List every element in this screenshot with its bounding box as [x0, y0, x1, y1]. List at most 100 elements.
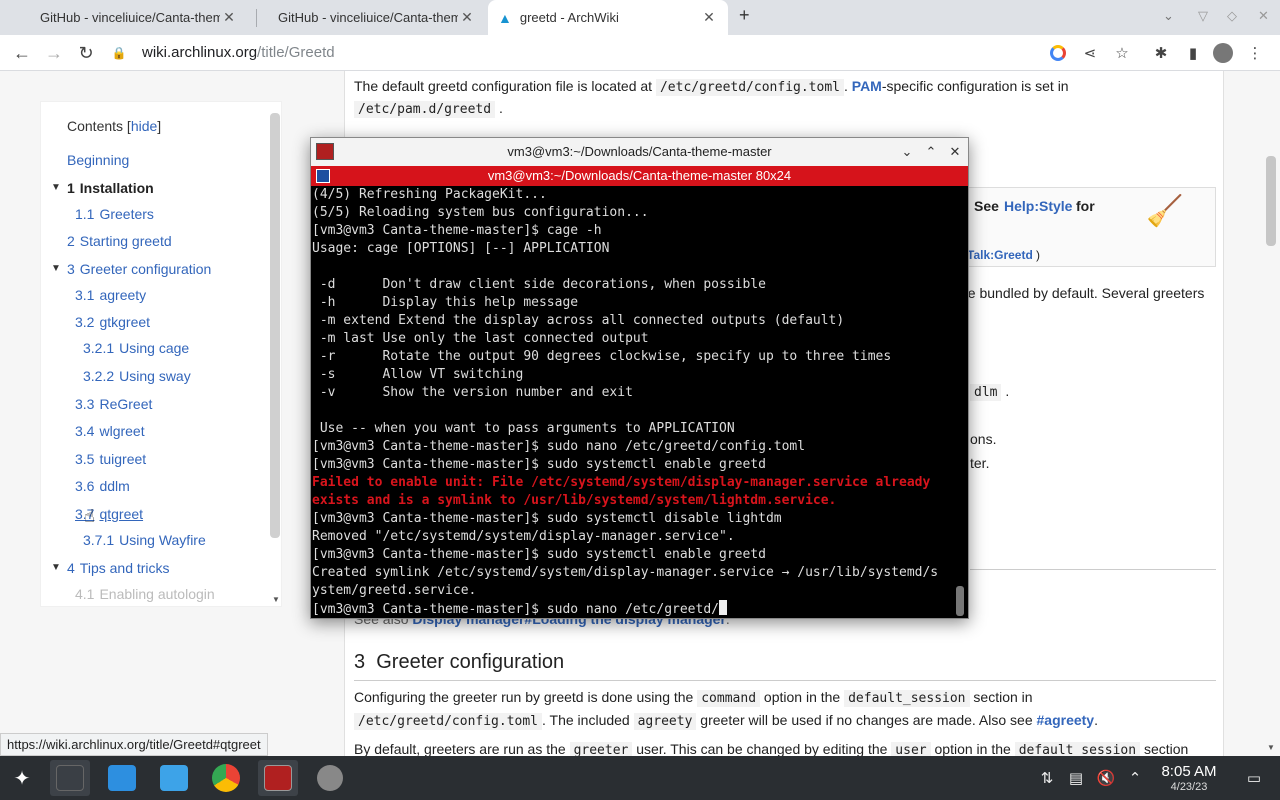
terminal-tab[interactable]: vm3@vm3:~/Downloads/Canta-theme-master 8…: [311, 166, 968, 186]
close-icon[interactable]: ✕: [220, 9, 238, 26]
clock-date[interactable]: 4/23/23: [1153, 781, 1225, 793]
terminal-line: Created symlink /etc/systemd/system/disp…: [312, 565, 939, 580]
close-icon[interactable]: ✕: [945, 142, 965, 162]
bookmark-star-icon[interactable]: ☆: [1112, 43, 1132, 63]
toc-item-label: Enabling autologin: [99, 586, 215, 602]
google-icon[interactable]: [1048, 43, 1068, 63]
taskbar: ✦ ⇅ ▤ 🔇 ⌃ 8:05 AM 4/23/23 ▭: [0, 756, 1280, 800]
toc-item-using-wayfire[interactable]: 3.7.1 Using Wayfire: [83, 532, 206, 548]
terminal-line: [vm3@vm3 Canta-theme-master]$ sudo syste…: [312, 547, 766, 562]
close-icon[interactable]: ✕: [700, 9, 718, 26]
terminal-window[interactable]: vm3@vm3:~/Downloads/Canta-theme-master ⌄…: [310, 137, 969, 619]
address-bar[interactable]: wiki.archlinux.org/title/Greetd: [142, 41, 335, 65]
toc-hide-link[interactable]: hide: [131, 118, 157, 134]
forward-icon[interactable]: →: [42, 41, 66, 65]
volume-muted-icon[interactable]: 🔇: [1096, 768, 1116, 788]
chevron-down-icon[interactable]: ▼: [51, 182, 61, 193]
chevron-down-icon[interactable]: ⌄: [1163, 8, 1174, 24]
terminal-tab-title: vm3@vm3:~/Downloads/Canta-theme-master 8…: [487, 168, 792, 183]
new-tab-button[interactable]: +: [739, 5, 750, 26]
network-icon[interactable]: ⇅: [1037, 768, 1057, 788]
tab-github-2[interactable]: GitHub - vinceliuice/Canta-theme ✕: [268, 0, 486, 35]
task-chrome[interactable]: [206, 760, 246, 796]
tab-title: GitHub - vinceliuice/Canta-theme: [40, 10, 220, 25]
extensions-icon[interactable]: ✱: [1151, 43, 1171, 63]
pam-link[interactable]: PAM: [852, 78, 882, 94]
toc-item-tuigreet[interactable]: 3.5 tuigreet: [75, 451, 146, 467]
scroll-down-arrow-icon[interactable]: ▼: [1267, 743, 1275, 752]
code-inline: /etc/pam.d/greetd: [354, 101, 496, 118]
toc-item-using-sway[interactable]: 3.2.2 Using sway: [83, 368, 191, 384]
terminal-output[interactable]: (4/5) Refreshing PackageKit... (5/5) Rel…: [312, 186, 950, 618]
store-bag-icon: [108, 765, 136, 791]
toc-item-greeter-configuration[interactable]: 3 Greeter configuration: [67, 261, 211, 277]
terminal-titlebar[interactable]: vm3@vm3:~/Downloads/Canta-theme-master ⌄…: [311, 138, 968, 166]
task-terminal[interactable]: [258, 760, 298, 796]
toc-item-agreety[interactable]: 3.1 agreety: [75, 287, 146, 303]
paragraph-greeter-config-1: Configuring the greeter run by greetd is…: [354, 689, 1033, 707]
reload-icon[interactable]: ↻: [74, 41, 98, 65]
chevron-down-icon[interactable]: ▼: [51, 562, 61, 573]
page-scrollbar[interactable]: [1266, 156, 1276, 246]
toc-item-gtkgreet[interactable]: 3.2 gtkgreet: [75, 314, 150, 330]
task-discover[interactable]: [102, 760, 142, 796]
toc-item-using-cage[interactable]: 3.2.1 Using cage: [83, 340, 189, 356]
tab-title: greetd - ArchWiki: [519, 10, 619, 25]
terminal-line: [vm3@vm3 Canta-theme-master]$ cage -h: [312, 223, 602, 238]
help-style-link[interactable]: Help:Style: [1004, 198, 1072, 214]
back-icon[interactable]: ←: [10, 41, 34, 65]
task-settings[interactable]: [50, 760, 90, 796]
toc-item-label: Using Wayfire: [119, 532, 206, 548]
chevron-down-icon[interactable]: ▼: [51, 263, 61, 274]
share-icon[interactable]: ⋖: [1080, 43, 1100, 63]
app-launcher-button[interactable]: ✦: [2, 760, 42, 796]
toc-scrollbar[interactable]: [270, 113, 280, 538]
toc-item-tips-and-tricks[interactable]: 4 Tips and tricks: [67, 560, 170, 576]
toc-item-label: gtkgreet: [99, 314, 151, 330]
table-of-contents: Contents [hide] Beginning ▼ 1 Installatio…: [40, 101, 282, 607]
terminal-prompt-line[interactable]: [vm3@vm3 Canta-theme-master]$ sudo nano …: [312, 600, 950, 618]
terminal-line: Use -- when you want to pass arguments t…: [312, 421, 735, 436]
terminal-scrollbar[interactable]: [956, 586, 964, 616]
toc-item-label: Using cage: [119, 340, 190, 356]
close-window-icon[interactable]: ✕: [1258, 8, 1269, 24]
scroll-down-arrow-icon[interactable]: ▼: [272, 595, 280, 604]
toc-item-installation[interactable]: 1 Installation: [67, 180, 154, 196]
toc-item-beginning[interactable]: Beginning: [67, 152, 129, 168]
tray-expand-icon[interactable]: ⌃: [1125, 768, 1145, 788]
side-panel-icon[interactable]: ▮: [1183, 43, 1203, 63]
toc-item-starting-greetd[interactable]: 2 Starting greetd: [67, 233, 172, 249]
toc-item-greeters[interactable]: 1.1 Greeters: [75, 206, 154, 222]
task-vm[interactable]: [310, 760, 350, 796]
paragraph-config-location: The default greetd configuration file is…: [354, 78, 1069, 96]
clipboard-icon[interactable]: ▤: [1066, 768, 1086, 788]
clock-time[interactable]: 8:05 AM: [1153, 763, 1225, 780]
archlinux-icon: ▲: [498, 9, 512, 26]
toc-item-enabling-autologin[interactable]: 4.1 Enabling autologin: [75, 586, 215, 602]
minimize-icon[interactable]: ▽: [1198, 8, 1208, 24]
restore-icon[interactable]: ◇: [1227, 8, 1237, 24]
toc-item-label: Using sway: [119, 368, 191, 384]
menu-kebab-icon[interactable]: ⋮: [1245, 43, 1265, 63]
fragment-bundled: ne bundled by default. Several greeters: [960, 285, 1205, 301]
chevron-down-icon[interactable]: ⌄: [897, 142, 917, 162]
maximize-icon[interactable]: ⌃: [921, 142, 941, 162]
close-icon[interactable]: ✕: [458, 9, 476, 26]
tab-archwiki[interactable]: ▲ greetd - ArchWiki ✕: [488, 0, 728, 35]
terminal-line: -s Allow VT switching: [312, 367, 524, 382]
show-desktop-icon[interactable]: ▭: [1244, 768, 1264, 788]
talk-greetd-link[interactable]: Talk:Greetd: [967, 248, 1033, 262]
agreety-link[interactable]: #agreety: [1037, 712, 1095, 728]
toc-item-ddlm[interactable]: 3.6 ddlm: [75, 478, 130, 494]
lock-icon[interactable]: 🔒: [112, 41, 127, 65]
task-file-manager[interactable]: [154, 760, 194, 796]
toc-item-label: ddlm: [99, 478, 130, 494]
toc-item-regreet[interactable]: 3.3 ReGreet: [75, 396, 152, 412]
tab-github-1[interactable]: GitHub - vinceliuice/Canta-theme ✕: [30, 0, 248, 35]
section-rule: [970, 569, 1216, 570]
profile-avatar-icon[interactable]: [1213, 43, 1233, 63]
toc-item-wlgreet[interactable]: 3.4 wlgreet: [75, 423, 145, 439]
toc-item-label: Installation: [79, 180, 154, 196]
